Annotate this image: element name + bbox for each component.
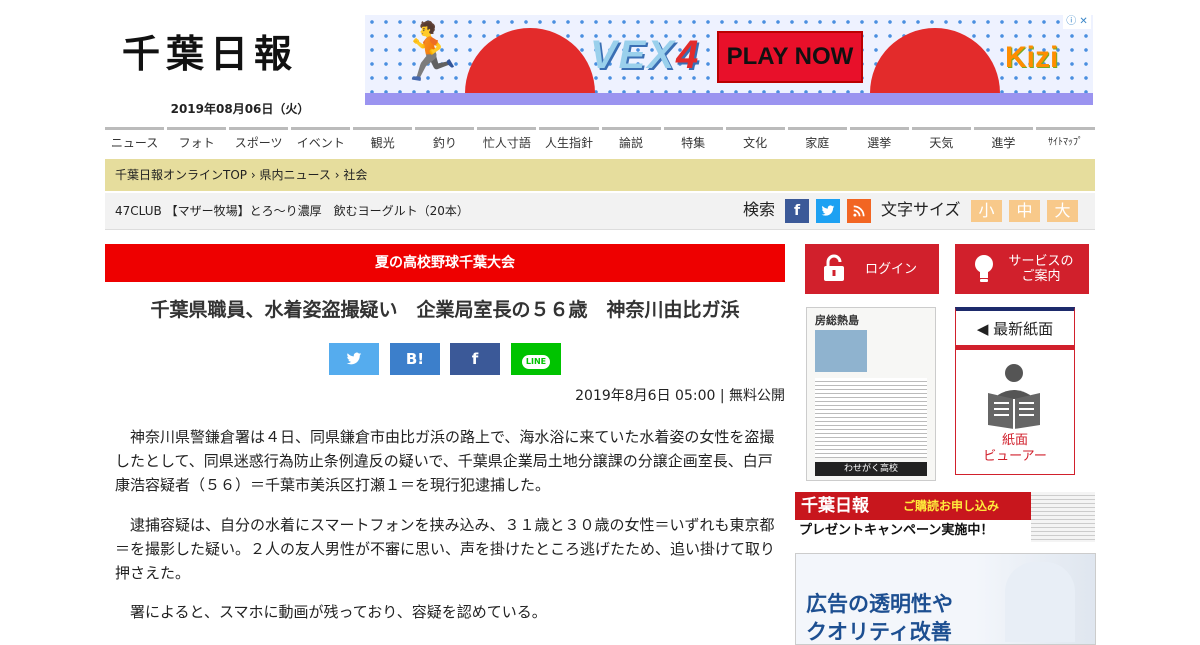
nav-item[interactable]: 家庭 xyxy=(787,127,847,155)
facebook-icon: f xyxy=(471,350,479,368)
divider xyxy=(956,345,1074,350)
font-size-label: 文字サイズ xyxy=(881,200,961,219)
subscribe-apply-text: ご購読お申し込み xyxy=(903,499,1000,513)
article-paragraph: 神奈川県警鎌倉署は４日、同県鎌倉市由比ガ浜の路上で、海水浴に来ていた水着姿の女性… xyxy=(115,428,775,494)
newspaper-reader-icon xyxy=(988,364,1040,429)
nav-item[interactable]: スポーツ xyxy=(229,127,289,155)
viewer-label[interactable]: 紙面 ビューアー xyxy=(956,433,1074,465)
toolbar-row: 47CLUB 【マザー牧場】とろ～り濃厚 飲むヨーグルト（20本） 検索 f 文… xyxy=(105,193,1095,230)
breadcrumb-separator: › xyxy=(250,168,256,182)
thumbnail-title: 房総熱島 xyxy=(815,314,859,327)
search-label[interactable]: 検索 xyxy=(743,193,775,227)
nav-item[interactable]: ニュース xyxy=(105,127,165,155)
hill-shape xyxy=(870,28,1000,93)
kizi-logo: Kizi xyxy=(1005,41,1059,74)
ad-banner-top[interactable]: 🏃 VEX4 PLAY NOW Kizi ⓘ ✕ xyxy=(365,15,1093,105)
nav-item[interactable]: ｻｲﾄﾏｯﾌﾟ xyxy=(1035,127,1095,155)
breadcrumb-home[interactable]: 千葉日報オンラインTOP xyxy=(105,168,247,182)
newspaper-thumbnail[interactable]: 房総熱島 わせがく高校 xyxy=(806,307,936,481)
nav-item[interactable]: 人生指針 xyxy=(539,127,599,155)
ad-game-title: VEX4 xyxy=(590,33,701,77)
topic-banner[interactable]: 夏の高校野球千葉大会 xyxy=(105,244,785,282)
nav-item[interactable]: 選挙 xyxy=(849,127,909,155)
ticker-link[interactable]: 47CLUB 【マザー牧場】とろ～り濃厚 飲むヨーグルト（20本） xyxy=(115,193,469,229)
login-button[interactable]: ログイン xyxy=(805,244,939,294)
article-paragraph: 逮捕容疑は、自分の水着にスマートフォンを挟み込み、３１歳と３０歳の女性＝いずれも… xyxy=(115,516,776,582)
site-logo[interactable]: 千葉日報 xyxy=(122,32,337,76)
twitter-icon xyxy=(346,352,362,365)
share-line-button[interactable]: LINE xyxy=(511,343,561,375)
article-meta: 2019年8月6日 05:00 | 無料公開 xyxy=(575,388,785,404)
current-date: 2019年08月06日（火） xyxy=(170,102,310,116)
ad-text-line: 広告の透明性や xyxy=(806,592,953,616)
nav-item[interactable]: フォト xyxy=(167,127,227,155)
ad-floor xyxy=(365,93,1093,105)
subscribe-banner[interactable]: 千葉日報 ご購読お申し込み プレゼントキャンペーン実施中！ xyxy=(795,492,1095,542)
article-paragraph: 署によると、スマホに動画が残っており、容疑を認めている。 xyxy=(130,603,547,621)
font-size-small-button[interactable]: 小 xyxy=(971,200,1002,222)
nav-item[interactable]: 進学 xyxy=(973,127,1033,155)
lock-icon xyxy=(823,254,845,289)
share-hatena-button[interactable]: B! xyxy=(390,343,440,375)
thumbnail-footer-ad: わせがく高校 xyxy=(815,462,927,476)
thumbnail-photo xyxy=(815,330,867,372)
ad-figure-image xyxy=(1005,562,1075,642)
font-size-medium-button[interactable]: 中 xyxy=(1009,200,1040,222)
latest-paper-panel[interactable]: ◀ 最新紙面 紙面 ビューアー xyxy=(955,307,1075,475)
lightbulb-icon xyxy=(973,254,995,291)
nav-item[interactable]: 論説 xyxy=(601,127,661,155)
rss-icon[interactable] xyxy=(847,199,871,223)
adchoices-icon[interactable]: ⓘ ✕ xyxy=(1063,15,1091,29)
share-facebook-button[interactable]: f xyxy=(450,343,500,375)
subscribe-promo-text: プレゼントキャンペーン実施中！ xyxy=(799,523,994,538)
ad-banner-side[interactable]: 広告の透明性や クオリティ改善 xyxy=(795,553,1096,645)
services-label: サービスの ご案内 xyxy=(1008,254,1074,284)
article-headline: 千葉県職員、水着姿盗撮疑い 企業局室長の５６歳 神奈川由比ガ浜 xyxy=(150,299,740,321)
thumbnail-text-lines xyxy=(815,378,927,458)
nav-item[interactable]: 観光 xyxy=(353,127,413,155)
login-label: ログイン xyxy=(864,261,917,277)
nav-item[interactable]: 天気 xyxy=(911,127,971,155)
newspaper-image xyxy=(1031,492,1095,542)
main-nav: ニュース フォト スポーツ イベント 観光 釣り 忙人寸語 人生指針 論説 特集 文化 家庭 選挙 天気進… xyxy=(105,127,1095,155)
nav-item[interactable]: イベント xyxy=(291,127,351,155)
nav-item[interactable]: 特集 xyxy=(663,127,723,155)
font-size-large-button[interactable]: 大 xyxy=(1047,200,1078,222)
runner-icon: 🏃 xyxy=(395,20,465,85)
breadcrumb-section[interactable]: 県内ニュース xyxy=(259,168,330,182)
subscribe-logo: 千葉日報 xyxy=(801,496,869,516)
share-twitter-button[interactable] xyxy=(329,343,379,375)
breadcrumb-separator: › xyxy=(334,168,340,182)
breadcrumb: 千葉日報オンラインTOP › 県内ニュース › 社会 xyxy=(105,159,1095,191)
nav-item[interactable]: 忙人寸語 xyxy=(477,127,537,155)
nav-item[interactable]: 文化 xyxy=(725,127,785,155)
breadcrumb-current[interactable]: 社会 xyxy=(343,168,367,182)
facebook-icon[interactable]: f xyxy=(785,199,809,223)
ad-text-line: クオリティ改善 xyxy=(806,620,952,644)
hill-shape xyxy=(465,28,595,93)
line-icon: LINE xyxy=(521,355,551,369)
play-now-button[interactable]: PLAY NOW xyxy=(717,31,863,83)
twitter-icon[interactable] xyxy=(816,199,840,223)
nav-item[interactable]: 釣り xyxy=(415,127,475,155)
services-button[interactable]: サービスの ご案内 xyxy=(955,244,1089,294)
latest-paper-title[interactable]: ◀ 最新紙面 xyxy=(956,319,1074,339)
